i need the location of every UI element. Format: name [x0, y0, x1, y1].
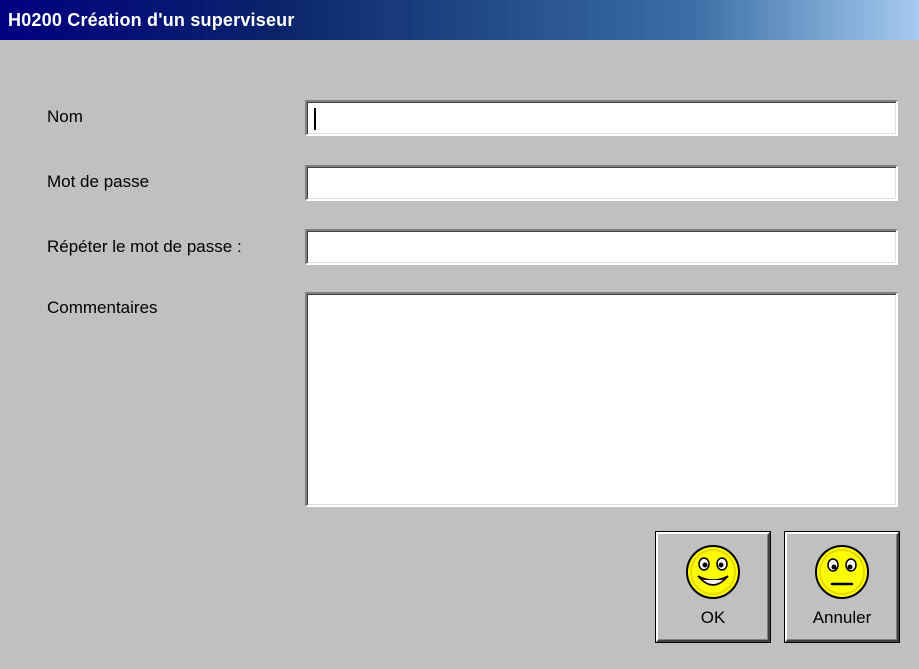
nom-field-frame — [305, 100, 898, 136]
neutral-smiley-icon — [815, 545, 869, 599]
nom-label: Nom — [47, 107, 83, 126]
repeter-mot-de-passe-field-frame — [305, 229, 898, 265]
repeter-mot-de-passe-input[interactable] — [307, 231, 896, 263]
mot-de-passe-label: Mot de passe — [47, 172, 150, 191]
mot-de-passe-input[interactable] — [307, 167, 896, 199]
commentaires-textarea[interactable] — [307, 294, 896, 505]
mot-de-passe-field-frame — [305, 165, 898, 201]
window-title: H0200 Création d'un superviseur — [8, 9, 295, 30]
annuler-button-label: Annuler — [812, 608, 872, 627]
ok-button-label: OK — [700, 608, 726, 627]
ok-button[interactable]: OK — [656, 532, 770, 642]
commentaires-field-frame — [305, 292, 898, 507]
dialog-window: H0200 Création d'un superviseur Nom Mot … — [0, 0, 919, 669]
title-bar[interactable]: H0200 Création d'un superviseur — [0, 0, 919, 40]
annuler-button[interactable]: Annuler — [785, 532, 899, 642]
commentaires-label: Commentaires — [47, 298, 158, 317]
nom-input[interactable] — [307, 102, 896, 134]
repeter-mot-de-passe-label: Répéter le mot de passe : — [47, 237, 242, 256]
happy-smiley-icon — [686, 545, 740, 599]
text-caret — [314, 108, 316, 130]
